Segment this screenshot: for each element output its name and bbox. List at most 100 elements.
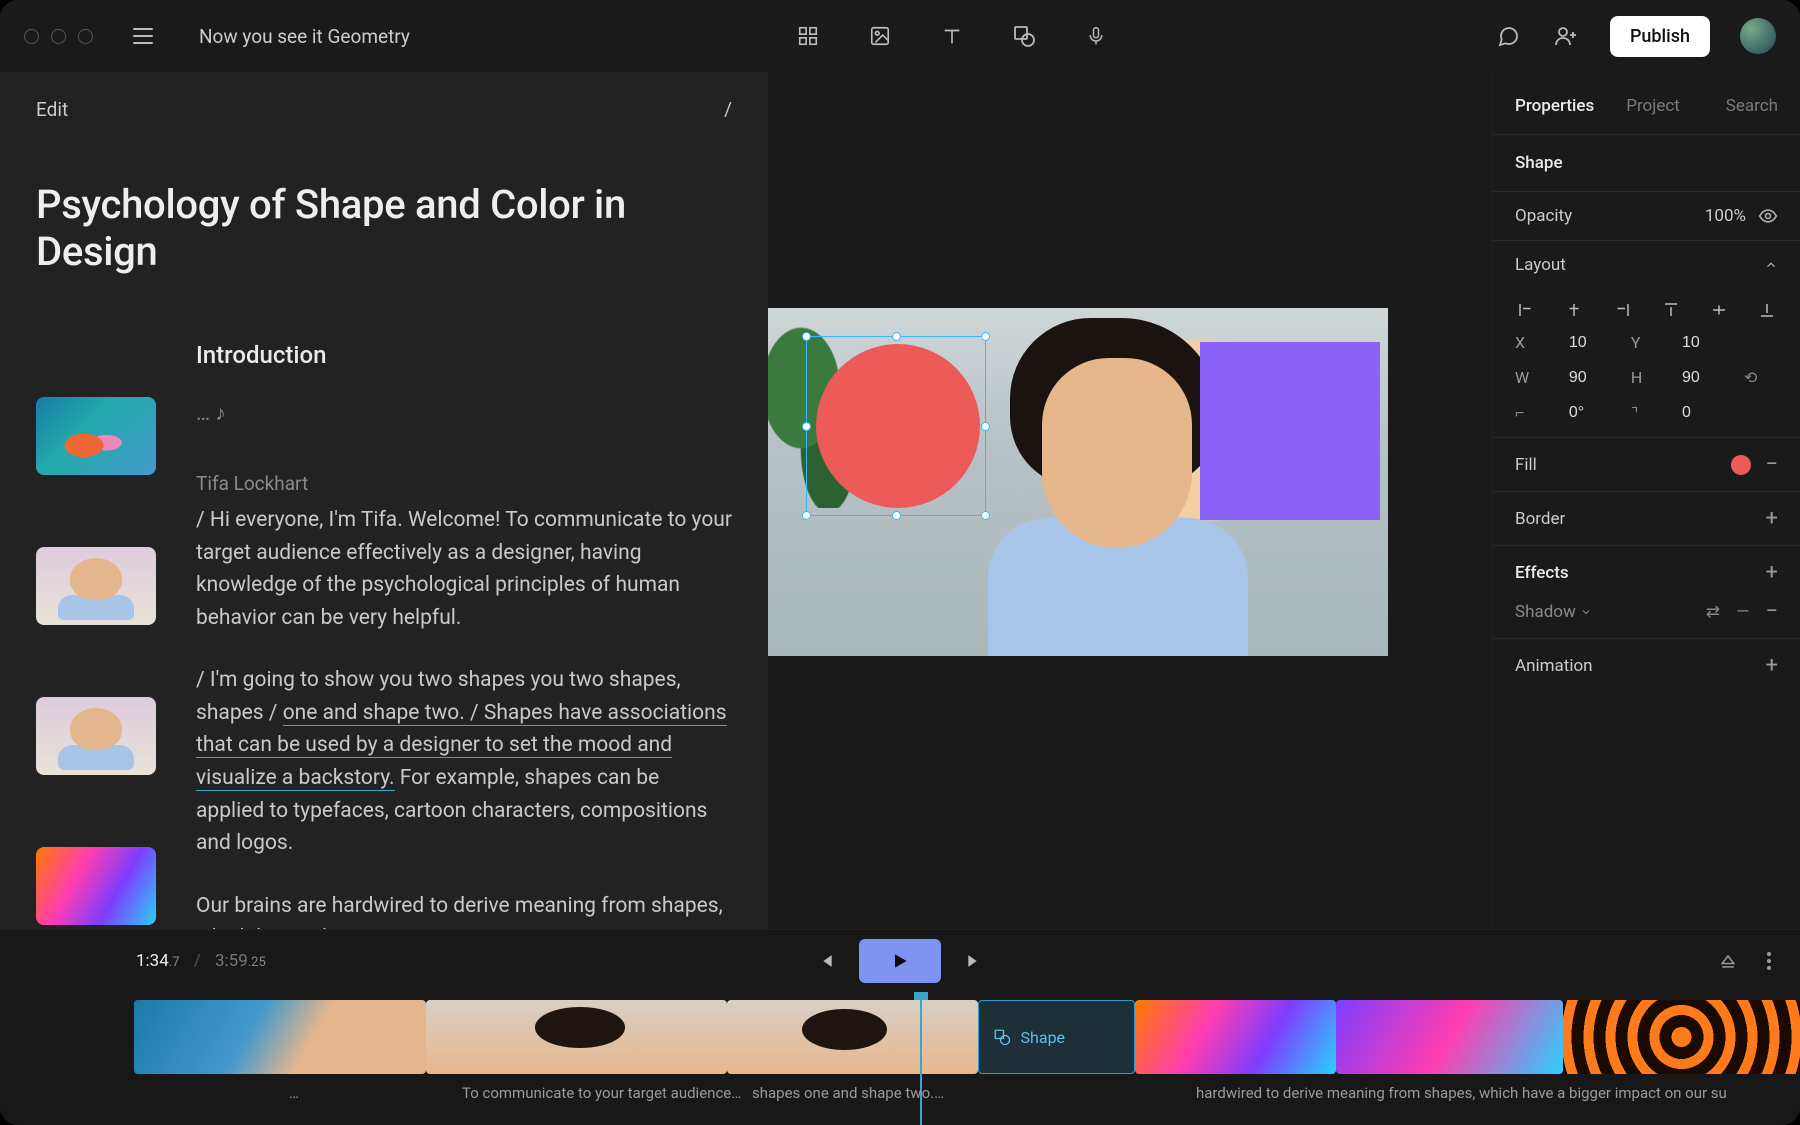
grid-icon[interactable] [794,22,822,50]
scene-thumb[interactable] [36,547,156,625]
timeline: 1:34.7 / 3:59.25 Shape [0,929,1800,1125]
document-title[interactable]: Now you see it Geometry [199,25,410,48]
align-vcenter-icon[interactable] [1708,299,1730,321]
selection-box[interactable] [806,336,986,516]
topbar-right: Publish [1494,16,1776,57]
script-panel: Edit / Psychology of Shape and Color in … [0,72,768,929]
speaker-label: Tifa Lockhart [196,469,732,498]
resize-handle[interactable] [981,422,990,431]
publish-button[interactable]: Publish [1610,16,1710,57]
more-icon[interactable] [1766,951,1772,971]
window-traffic-lights[interactable] [24,29,93,44]
w-label: W [1515,368,1555,387]
resize-handle[interactable] [802,511,811,520]
music-marker: … ♪ [196,398,732,431]
shadow-label[interactable]: Shadow [1515,602,1706,622]
tab-search[interactable]: Search [1726,96,1778,116]
add-user-icon[interactable] [1552,22,1580,50]
comment-icon[interactable] [1494,22,1522,50]
video-canvas[interactable] [768,308,1388,656]
align-right-icon[interactable] [1611,299,1633,321]
scene-thumb[interactable] [36,397,156,475]
timeline-captions: … To communicate to your target audience… [134,1084,1800,1114]
h-label: H [1631,368,1668,387]
eye-icon[interactable] [1758,206,1778,226]
add-border-icon[interactable]: + [1766,506,1778,531]
play-button[interactable] [859,939,941,983]
h-input[interactable] [1682,369,1728,387]
user-avatar[interactable] [1740,18,1776,54]
align-left-icon[interactable] [1515,299,1537,321]
effect-hide-icon[interactable]: ― [1736,602,1749,622]
resize-handle[interactable] [802,422,811,431]
resize-handle[interactable] [892,332,901,341]
remove-fill-icon[interactable]: − [1765,452,1778,477]
tab-properties[interactable]: Properties [1515,96,1594,116]
effect-settings-icon[interactable]: ⇄ [1706,602,1720,622]
timeline-clip[interactable] [426,1000,727,1074]
properties-panel: Properties Project Search Shape Opacity … [1492,72,1800,929]
shape-clip-label: Shape [1021,1028,1065,1047]
text-icon[interactable] [938,22,966,50]
rotation-icon: ⌐ [1515,403,1555,423]
timeline-clip[interactable] [1336,1000,1562,1074]
transcript-paragraph[interactable]: Our brains are hardwired to derive meani… [196,890,732,929]
skip-back-icon[interactable] [815,951,835,971]
x-input[interactable] [1569,334,1615,352]
align-hcenter-icon[interactable] [1563,299,1585,321]
timeline-clip[interactable] [727,1000,977,1074]
transcript-paragraph[interactable]: / I'm going to show you two shapes you t… [196,664,732,859]
align-icons-row [1493,289,1800,327]
border-label: Border [1515,509,1766,529]
section-heading: Introduction [196,337,732,374]
edit-mode-label[interactable]: Edit [36,98,68,121]
scene-thumb[interactable] [36,847,156,925]
scene-thumb[interactable] [36,697,156,775]
shape-square[interactable] [1200,342,1380,520]
menu-icon[interactable] [133,28,153,44]
fill-swatch[interactable] [1731,455,1751,475]
w-input[interactable] [1569,369,1615,387]
align-top-icon[interactable] [1660,299,1682,321]
shape-clip[interactable]: Shape [978,1000,1136,1074]
add-effect-icon[interactable]: + [1766,560,1778,585]
shape-icon[interactable] [1010,22,1038,50]
timecode: 1:34.7 / 3:59.25 [136,951,266,971]
page-title[interactable]: Psychology of Shape and Color in Design [36,181,732,275]
timeline-clip[interactable] [1135,1000,1336,1074]
resize-handle[interactable] [802,332,811,341]
scene-thumbnail-column [36,337,156,929]
resize-handle[interactable] [981,332,990,341]
opacity-label: Opacity [1515,206,1705,226]
rotation-input[interactable] [1569,404,1615,422]
canvas-area[interactable] [768,72,1492,929]
chevron-up-icon[interactable] [1764,258,1778,272]
effects-label: Effects [1515,563,1766,583]
resize-handle[interactable] [981,511,990,520]
y-label: Y [1631,333,1668,352]
image-icon[interactable] [866,22,894,50]
eject-icon[interactable] [1718,951,1738,971]
x-label: X [1515,333,1555,352]
tab-project[interactable]: Project [1626,96,1680,116]
y-input[interactable] [1682,334,1728,352]
add-animation-icon[interactable]: + [1766,653,1778,678]
radius-input[interactable] [1682,404,1728,422]
skip-forward-icon[interactable] [965,951,985,971]
opacity-value[interactable]: 100% [1705,206,1746,226]
timeline-clip[interactable] [134,1000,426,1074]
slash-label: / [724,98,732,121]
timeline-clip[interactable] [1563,1000,1800,1074]
transcript-column[interactable]: Introduction … ♪ Tifa Lockhart / Hi ever… [196,337,732,929]
mic-icon[interactable] [1082,22,1110,50]
resize-handle[interactable] [892,511,901,520]
radius-icon: ⌝ [1631,404,1668,423]
transcript-paragraph[interactable]: / Hi everyone, I'm Tifa. Welcome! To com… [196,504,732,634]
timeline-track[interactable]: Shape … To communicate to your target au… [0,992,1800,1125]
layout-label: Layout [1515,255,1764,275]
link-wh-icon[interactable]: ⟲ [1744,368,1778,387]
section-shape: Shape [1493,135,1800,191]
animation-label: Animation [1515,656,1766,676]
remove-effect-icon[interactable]: − [1765,599,1778,624]
align-bottom-icon[interactable] [1756,299,1778,321]
